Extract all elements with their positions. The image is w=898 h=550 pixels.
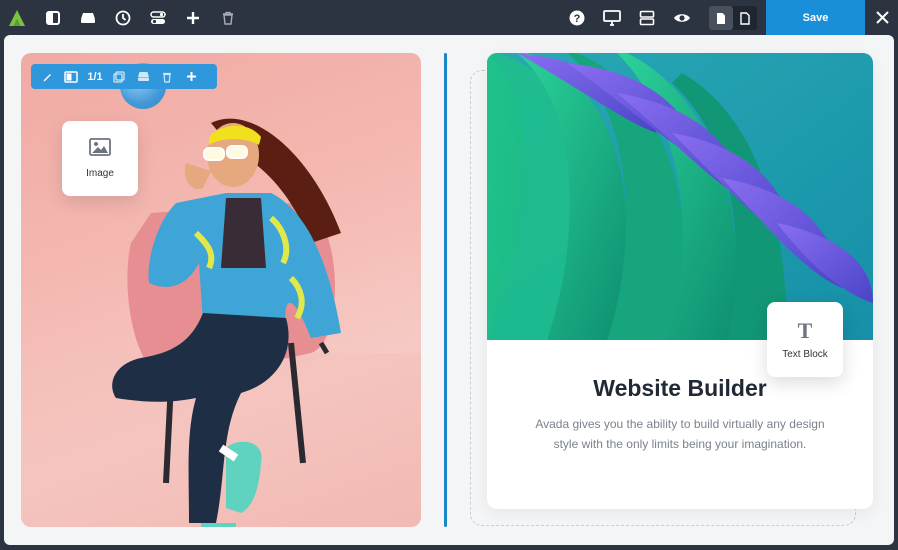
eye-icon[interactable]: [667, 0, 697, 35]
layout-rows-icon[interactable]: [632, 0, 662, 35]
desktop-preview-icon[interactable]: [597, 0, 627, 35]
container-icon[interactable]: [131, 64, 155, 89]
abstract-3d-artwork: [487, 53, 873, 340]
trash-icon[interactable]: [155, 64, 179, 89]
clone-icon[interactable]: [107, 64, 131, 89]
document-toggle: [709, 6, 757, 30]
history-icon[interactable]: [108, 0, 138, 35]
element-toolbar: 1/1: [31, 64, 217, 89]
content-card: Website Builder Avada gives you the abil…: [487, 53, 873, 509]
toggles-icon[interactable]: [143, 0, 173, 35]
add-icon[interactable]: [178, 0, 208, 35]
card-title: Website Builder: [593, 375, 767, 401]
svg-text:?: ?: [574, 13, 581, 25]
sidebar-toggle-icon[interactable]: [38, 0, 68, 35]
builder-canvas: 1/1 Image Website Builder Avada gives yo…: [4, 35, 894, 545]
column-icon[interactable]: [59, 64, 83, 89]
edit-icon[interactable]: [35, 64, 59, 89]
column-counter: 1/1: [87, 70, 103, 83]
text-block-widget-label: Text Block: [782, 348, 828, 360]
avada-logo-icon[interactable]: [3, 0, 31, 35]
add-icon[interactable]: [179, 64, 203, 89]
trash-icon[interactable]: [213, 0, 243, 35]
card-description: Avada gives you the ability to build vir…: [535, 417, 825, 451]
page-view-icon[interactable]: [709, 6, 733, 30]
save-button[interactable]: Save: [766, 0, 865, 35]
blank-page-icon[interactable]: [733, 6, 757, 30]
image-icon: [89, 138, 111, 156]
top-toolbar: ? Save: [0, 0, 898, 35]
image-widget-label: Image: [86, 168, 114, 179]
column-divider[interactable]: [444, 53, 447, 527]
help-icon[interactable]: ?: [562, 0, 592, 35]
text-block-element-widget[interactable]: T Text Block: [767, 302, 843, 377]
image-element-widget[interactable]: Image: [62, 121, 138, 196]
close-icon[interactable]: [866, 0, 898, 35]
text-icon: T: [798, 320, 813, 340]
container-icon[interactable]: [73, 0, 103, 35]
svg-text:T: T: [798, 320, 813, 340]
